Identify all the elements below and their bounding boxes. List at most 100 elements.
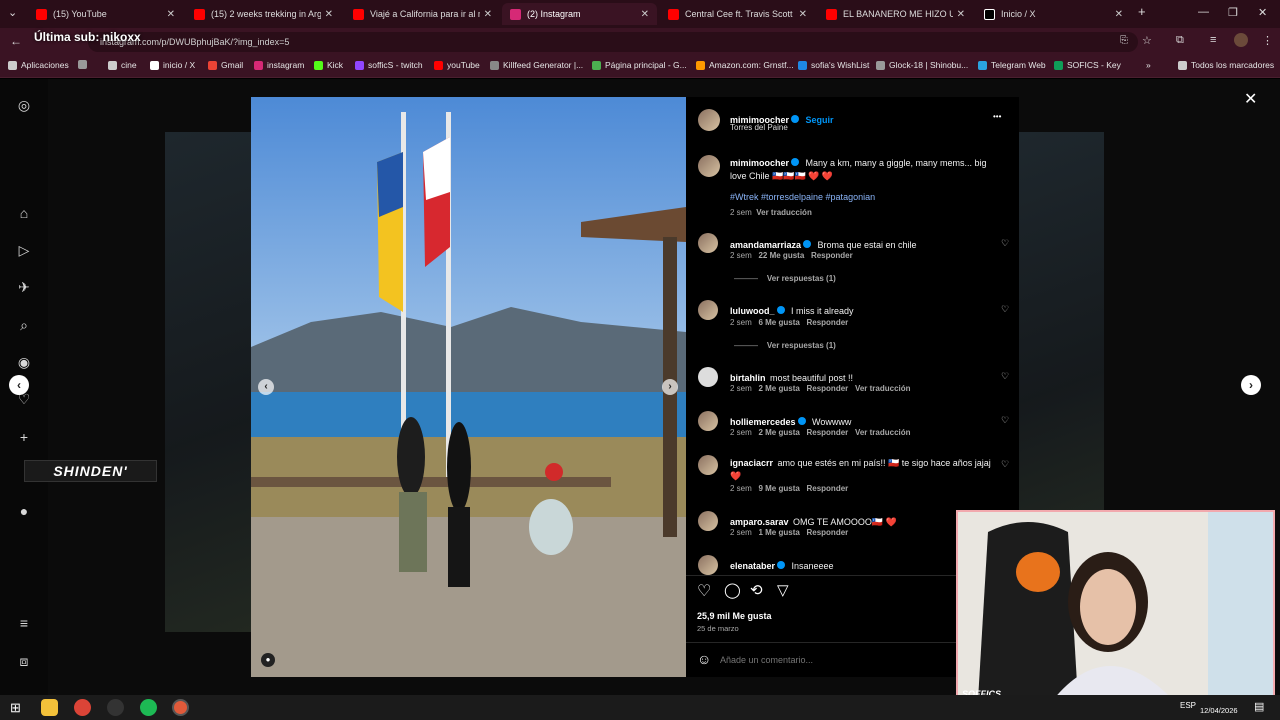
explore-icon[interactable]: ◉	[16, 354, 32, 370]
comment-avatar[interactable]	[698, 511, 718, 531]
profile-icon[interactable]: ●	[16, 503, 32, 519]
spotify-icon[interactable]	[140, 699, 157, 716]
chrome-icon[interactable]	[74, 699, 91, 716]
add-comment-input[interactable]	[720, 652, 950, 668]
like-comment-icon[interactable]: ♡	[1001, 415, 1009, 426]
tab-search-icon[interactable]: ⌄	[8, 6, 17, 19]
tab-central-cee[interactable]: Central Cee ft. Travis Scott - Mo✕	[660, 3, 815, 25]
author-avatar[interactable]	[698, 109, 720, 131]
bookmark-inicio-x[interactable]: inicio / X	[150, 60, 195, 70]
close-icon[interactable]: ✕	[641, 9, 649, 20]
new-tab-button[interactable]: +	[1138, 4, 1146, 19]
close-icon[interactable]: ✕	[957, 9, 965, 20]
emoji-icon[interactable]: ☺	[697, 651, 711, 667]
more-options-icon[interactable]: •••	[993, 112, 1001, 121]
bookmarks-overflow-icon[interactable]: »	[1146, 60, 1151, 70]
file-explorer-icon[interactable]	[41, 699, 58, 716]
start-icon[interactable]: ⊞	[10, 700, 21, 716]
menu-icon[interactable]: ⋮	[1262, 34, 1273, 47]
repost-icon[interactable]: ⟲	[750, 581, 763, 599]
close-icon[interactable]: ✕	[325, 9, 333, 20]
restore-button[interactable]: ❐	[1228, 6, 1238, 19]
search-icon[interactable]: ⌕	[16, 317, 32, 333]
bookmark-gmail[interactable]: Gmail	[208, 60, 243, 70]
language-indicator[interactable]: ESP	[1180, 701, 1196, 710]
system-date[interactable]: 12/04/2026	[1200, 706, 1238, 715]
like-icon[interactable]: ♡	[697, 581, 711, 601]
like-comment-icon[interactable]: ♡	[1001, 459, 1009, 470]
star-icon[interactable]: ☆	[1142, 34, 1152, 47]
photo-prev-button[interactable]: ‹	[258, 379, 274, 395]
reels-icon[interactable]: ▷	[16, 242, 32, 258]
chrome-active-icon[interactable]	[172, 699, 189, 716]
follow-button[interactable]: Seguir	[805, 115, 833, 125]
tab-instagram[interactable]: (2) Instagram ✕	[502, 3, 657, 25]
home-icon[interactable]: ⌂	[16, 205, 32, 221]
bookmark-glock[interactable]: Glock-18 | Shinobu...	[876, 60, 968, 70]
bookmark-cine[interactable]: cine	[108, 60, 137, 70]
close-window-button[interactable]: ✕	[1258, 6, 1267, 19]
see-translation-link[interactable]: Ver traducción	[756, 208, 812, 217]
bookmark-apps[interactable]: Aplicaciones	[8, 60, 69, 70]
caption-avatar[interactable]	[698, 155, 720, 177]
previous-post-button[interactable]: ‹	[9, 375, 29, 395]
minimize-button[interactable]: —	[1198, 6, 1209, 18]
comment-avatar[interactable]	[698, 300, 718, 320]
close-icon[interactable]: ✕	[167, 9, 175, 20]
notifications-icon[interactable]: ▤	[1254, 700, 1264, 713]
tab-x[interactable]: Inicio / X ✕	[976, 3, 1131, 25]
bookmark-killfeed[interactable]: Killfeed Generator |...	[490, 60, 583, 70]
bookmark-sofics-key[interactable]: SOFICS - Key	[1054, 60, 1121, 70]
close-icon[interactable]: ✕	[484, 9, 492, 20]
bookmark-twitch[interactable]: sofficS - twitch	[355, 60, 423, 70]
comment-avatar[interactable]	[698, 411, 718, 431]
like-comment-icon[interactable]: ♡	[1001, 371, 1009, 382]
tab-bananero[interactable]: EL BANANERO ME HIZO UN A✕	[818, 3, 973, 25]
address-bar[interactable]: instagram.com/p/DWUBphujBaK/?img_index=5	[88, 32, 1138, 52]
extensions-icon[interactable]: ⧉	[1176, 34, 1184, 47]
install-icon[interactable]: ⎘	[1120, 35, 1128, 46]
back-icon[interactable]: ←	[10, 34, 22, 48]
comment-icon[interactable]: ◯	[724, 581, 741, 599]
bookmark-amazon[interactable]: Amazon.com: Grnstf...	[696, 60, 794, 70]
media-icon[interactable]: ≡	[1210, 34, 1216, 46]
bookmark-instagram[interactable]: instagram	[254, 60, 304, 70]
comment-avatar[interactable]	[698, 367, 718, 387]
x-icon	[150, 60, 159, 70]
tab-california[interactable]: Viajé a California para ir al mej✕	[345, 3, 500, 25]
close-modal-icon[interactable]: ✕	[1244, 89, 1257, 109]
likes-count[interactable]: 25,9 mil Me gusta	[697, 611, 772, 621]
comment-avatar[interactable]	[698, 233, 718, 253]
more-menu-icon[interactable]: ≡	[16, 615, 32, 631]
instagram-logo-icon[interactable]: ◎	[16, 97, 32, 113]
obs-icon[interactable]	[107, 699, 124, 716]
next-post-button[interactable]: ›	[1241, 375, 1261, 395]
close-icon[interactable]: ✕	[1115, 9, 1123, 20]
like-comment-icon[interactable]: ♡	[1001, 238, 1009, 249]
bookmark-kick[interactable]: Kick	[314, 60, 343, 70]
comment-avatar[interactable]	[698, 555, 718, 575]
tab-youtube[interactable]: (15) YouTube ✕	[28, 3, 183, 25]
caption-hashtags[interactable]: #Wtrek #torresdelpaine #patagonian	[730, 192, 875, 202]
bookmark-grid[interactable]	[78, 60, 91, 69]
share-icon[interactable]: ▽	[777, 581, 789, 599]
view-replies-link[interactable]: ——— Ver respuestas (1)	[734, 341, 836, 350]
bookmark-pagina-principal[interactable]: Página principal - G...	[592, 60, 687, 70]
bookmark-wishlist[interactable]: sofia's WishList	[798, 60, 869, 70]
create-icon[interactable]: +	[16, 429, 32, 445]
bookmark-all[interactable]: Todos los marcadores	[1178, 60, 1274, 70]
meta-icon[interactable]: ⧈	[16, 653, 32, 669]
comment-avatar[interactable]	[698, 455, 718, 475]
profile-avatar[interactable]	[1234, 33, 1248, 47]
tagged-user-icon[interactable]: ●	[261, 653, 275, 667]
close-icon[interactable]: ✕	[799, 9, 807, 20]
post-location[interactable]: Torres del Paine	[730, 123, 788, 132]
youtube-icon	[434, 60, 443, 70]
bookmark-telegram[interactable]: Telegram Web	[978, 60, 1046, 70]
like-comment-icon[interactable]: ♡	[1001, 304, 1009, 315]
bookmark-youtube[interactable]: youTube	[434, 60, 480, 70]
messages-icon[interactable]: ✈	[16, 279, 32, 295]
tab-trekking[interactable]: (15) 2 weeks trekking in Arg ✕	[186, 3, 341, 25]
photo-next-button[interactable]: ›	[662, 379, 678, 395]
view-replies-link[interactable]: ——— Ver respuestas (1)	[734, 274, 836, 283]
